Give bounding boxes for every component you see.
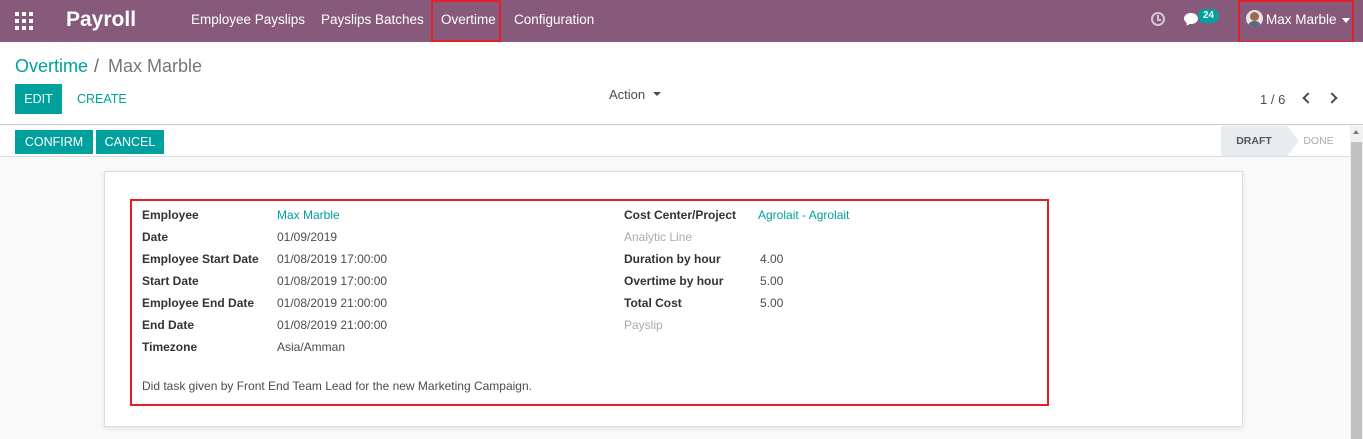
field-label-employee-start-date: Employee Start Date [142,252,259,266]
field-value-total-cost: 5.00 [760,296,784,310]
field-label-payslip: Payslip [624,318,663,332]
message-count-badge: 24 [1198,9,1220,23]
field-label-start-date: Start Date [142,274,199,288]
chevron-right-icon[interactable] [1326,92,1338,104]
field-value-duration-by-hour: 4.00 [760,252,784,266]
field-label-total-cost: Total Cost [624,296,682,310]
field-value-start-date: 01/08/2019 17:00:00 [277,274,388,288]
field-label-date: Date [142,230,169,244]
field-value-date: 01/09/2019 [277,230,338,244]
stage-done[interactable]: DONE [1291,126,1346,156]
field-label-timezone: Timezone [142,340,198,354]
create-button[interactable]: CREATE [77,92,127,106]
menu-employee-payslips[interactable]: Employee Payslips [191,12,305,27]
field-value-employee[interactable]: Max Marble [277,208,340,222]
field-value-timezone: Asia/Amman [277,340,346,354]
menu-payslips-batches[interactable]: Payslips Batches [321,12,424,27]
field-value-end-date: 01/08/2019 21:00:00 [277,318,388,332]
edit-button[interactable]: EDIT [15,84,62,114]
field-label-duration-by-hour: Duration by hour [624,252,721,266]
description-text: Did task given by Front End Team Lead fo… [142,379,532,393]
confirm-button[interactable]: CONFIRM [15,130,93,154]
user-highlight-box [1238,0,1354,43]
field-label-employee-end-date: Employee End Date [142,296,255,310]
chat-icon[interactable] [1184,13,1198,24]
scrollbar-thumb[interactable] [1351,142,1362,439]
field-value-employee-end-date: 01/08/2019 21:00:00 [277,296,388,310]
chevron-left-icon[interactable] [1302,92,1314,104]
overtime-highlight-box [431,0,501,42]
cancel-button[interactable]: CANCEL [96,130,164,154]
action-dropdown[interactable]: Action [609,87,645,102]
fields-highlight-box [130,199,1049,406]
field-label-employee: Employee [142,208,199,222]
field-label-analytic-line: Analytic Line [624,230,693,244]
breadcrumb-current: Max Marble [108,56,203,76]
field-label-overtime-by-hour: Overtime by hour [624,274,724,288]
breadcrumb-parent[interactable]: Overtime [15,56,88,77]
apps-grid-icon[interactable] [15,12,33,30]
top-navbar: Payroll Employee Payslips Payslips Batch… [0,0,1363,43]
pager-value[interactable]: 1 / 6 [1260,92,1285,107]
status-bar: CONFIRM CANCEL DRAFT DONE [0,126,1350,157]
field-label-cost-center: Cost Center/Project [624,208,737,222]
app-brand[interactable]: Payroll [66,8,136,32]
stage-draft[interactable]: DRAFT [1221,126,1299,156]
field-value-employee-start-date: 01/08/2019 17:00:00 [277,252,388,266]
menu-configuration[interactable]: Configuration [514,12,594,27]
caret-down-icon[interactable] [653,92,661,96]
breadcrumb-separator: / [94,56,100,76]
control-panel: Overtime / Max Marble EDIT CREATE Action… [0,42,1363,125]
field-value-overtime-by-hour: 5.00 [760,274,784,288]
field-value-cost-center[interactable]: Agrolait - Agrolait [758,208,849,222]
scroll-up-icon[interactable] [1353,130,1359,134]
clock-icon[interactable] [1151,12,1165,26]
field-label-end-date: End Date [142,318,195,332]
